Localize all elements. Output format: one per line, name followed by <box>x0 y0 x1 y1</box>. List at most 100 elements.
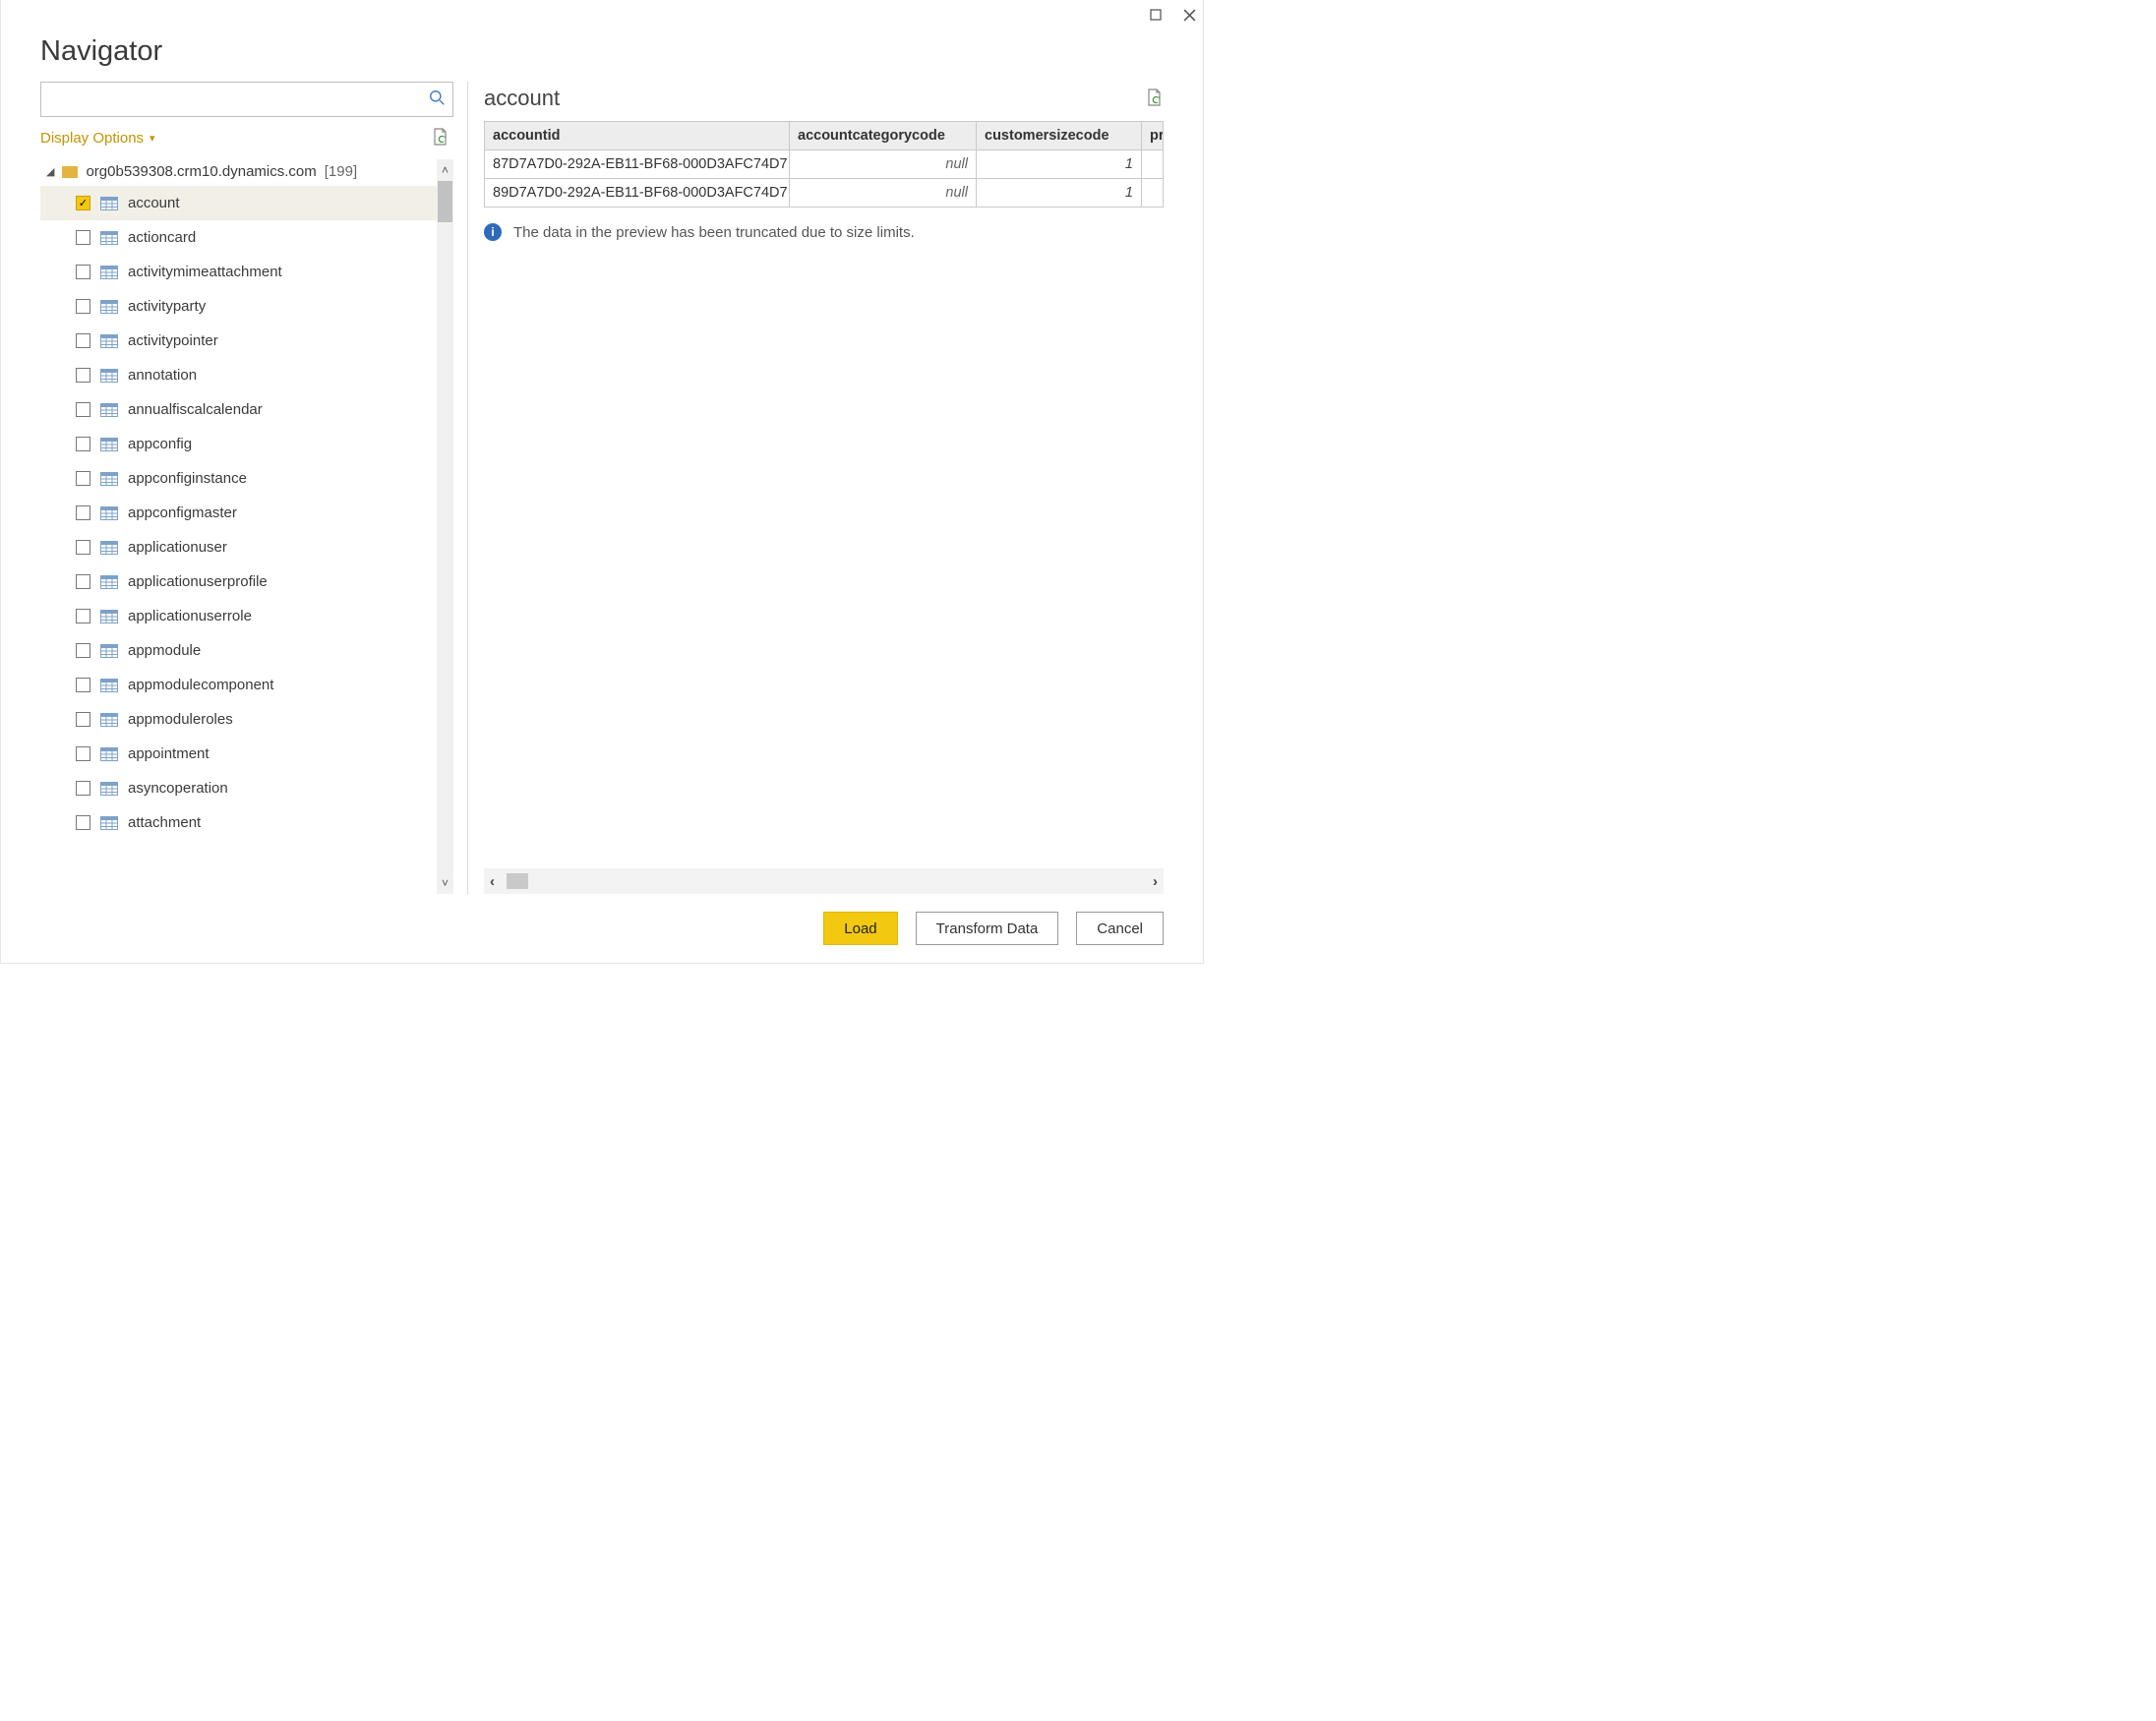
tree-item-label: activitymimeattachment <box>128 264 282 280</box>
tree-item-applicationuserprofile[interactable]: applicationuserprofile <box>40 564 437 599</box>
tree-scrollbar[interactable]: ˄ ˅ <box>437 159 453 894</box>
table-row[interactable]: 89D7A7D0-292A-EB11-BF68-000D3AFC74D7null… <box>485 179 1164 208</box>
checkbox[interactable] <box>76 333 90 348</box>
checkbox[interactable] <box>76 299 90 314</box>
tree-item-activitymimeattachment[interactable]: activitymimeattachment <box>40 255 437 289</box>
col-accountcategorycode[interactable]: accountcategorycode <box>790 122 977 150</box>
tree-item-appmodule[interactable]: appmodule <box>40 633 437 668</box>
refresh-doc-icon[interactable] <box>432 127 449 149</box>
close-icon[interactable] <box>1181 7 1197 23</box>
search-icon[interactable] <box>421 89 452 109</box>
tree-item-appmodulecomponent[interactable]: appmodulecomponent <box>40 668 437 702</box>
tree-item-appconfigmaster[interactable]: appconfigmaster <box>40 496 437 530</box>
body: Display Options ▾ ◢ <box>1 82 1203 894</box>
checkbox[interactable] <box>76 471 90 486</box>
cell-accountcategorycode: null <box>790 179 977 208</box>
preview-header: account <box>484 82 1164 121</box>
preview-title: account <box>484 86 560 111</box>
tree-item-annualfiscalcalendar[interactable]: annualfiscalcalendar <box>40 392 437 427</box>
folder-icon <box>62 166 78 178</box>
maximize-icon[interactable] <box>1148 7 1164 23</box>
table-icon <box>100 506 118 520</box>
display-options-button[interactable]: Display Options ▾ <box>40 130 155 147</box>
table-icon <box>100 369 118 383</box>
col-customersizecode[interactable]: customersizecode <box>977 122 1142 150</box>
preview-info: i The data in the preview has been trunc… <box>484 223 1164 241</box>
checkbox[interactable] <box>76 402 90 417</box>
scroll-thumb[interactable] <box>438 181 452 222</box>
checkbox[interactable] <box>76 643 90 658</box>
cell-customersizecode: 1 <box>977 150 1142 179</box>
table-icon <box>100 541 118 555</box>
tree-item-activityparty[interactable]: activityparty <box>40 289 437 324</box>
tree-item-label: annualfiscalcalendar <box>128 401 263 418</box>
tree-item-asyncoperation[interactable]: asyncoperation <box>40 771 437 805</box>
cancel-button[interactable]: Cancel <box>1076 912 1164 945</box>
tree-root[interactable]: ◢ org0b539308.crm10.dynamics.com [199] <box>40 159 437 184</box>
tree-item-label: appmodule <box>128 642 201 659</box>
hscroll-right-icon[interactable]: › <box>1153 873 1158 890</box>
checkbox[interactable] <box>76 505 90 520</box>
tree-item-label: appconfigmaster <box>128 504 237 521</box>
checkbox[interactable] <box>76 437 90 451</box>
tree-item-activitypointer[interactable]: activitypointer <box>40 324 437 358</box>
load-button[interactable]: Load <box>823 912 897 945</box>
checkbox[interactable] <box>76 678 90 692</box>
hscroll-thumb[interactable] <box>507 873 528 889</box>
tree-item-appmoduleroles[interactable]: appmoduleroles <box>40 702 437 737</box>
refresh-preview-icon[interactable] <box>1146 88 1164 110</box>
tree-item-annotation[interactable]: annotation <box>40 358 437 392</box>
tree-item-account[interactable]: ✓ account <box>40 186 437 220</box>
scroll-up-icon[interactable]: ˄ <box>442 159 449 181</box>
vertical-divider <box>467 82 468 894</box>
cell-accountcategorycode: null <box>790 150 977 179</box>
checkbox[interactable] <box>76 815 90 830</box>
tree-item-label: appmodulecomponent <box>128 677 273 693</box>
search-input[interactable] <box>41 91 421 107</box>
left-panel: Display Options ▾ ◢ <box>40 82 453 894</box>
table-header-row: accountid accountcategorycode customersi… <box>485 122 1164 150</box>
tree-item-appointment[interactable]: appointment <box>40 737 437 771</box>
checkbox[interactable]: ✓ <box>76 196 90 210</box>
scroll-track[interactable] <box>437 181 453 872</box>
tree-item-appconfig[interactable]: appconfig <box>40 427 437 461</box>
table-icon <box>100 300 118 314</box>
tree-item-applicationuserrole[interactable]: applicationuserrole <box>40 599 437 633</box>
checkbox[interactable] <box>76 781 90 796</box>
checkbox[interactable] <box>76 746 90 761</box>
display-options-label: Display Options <box>40 130 144 147</box>
table-row[interactable]: 87D7A7D0-292A-EB11-BF68-000D3AFC74D7null… <box>485 150 1164 179</box>
checkbox[interactable] <box>76 574 90 589</box>
preview-horizontal-scrollbar[interactable]: ‹ › <box>484 868 1164 894</box>
tree-item-label: activityparty <box>128 298 206 315</box>
info-message: The data in the preview has been truncat… <box>513 224 915 241</box>
checkbox[interactable] <box>76 540 90 555</box>
cell-accountid: 87D7A7D0-292A-EB11-BF68-000D3AFC74D7 <box>485 150 790 179</box>
transform-data-button[interactable]: Transform Data <box>916 912 1059 945</box>
table-icon <box>100 679 118 692</box>
display-options-row: Display Options ▾ <box>40 117 453 159</box>
info-icon: i <box>484 223 502 241</box>
checkbox[interactable] <box>76 712 90 727</box>
col-accountid[interactable]: accountid <box>485 122 790 150</box>
scroll-down-icon[interactable]: ˅ <box>442 872 449 894</box>
table-icon <box>100 610 118 623</box>
tree-item-appconfiginstance[interactable]: appconfiginstance <box>40 461 437 496</box>
page-title: Navigator <box>40 35 1164 68</box>
preview-panel: account accountid ac <box>484 82 1203 894</box>
table-icon <box>100 231 118 245</box>
entity-tree: ◢ org0b539308.crm10.dynamics.com [199] ✓… <box>40 159 437 894</box>
col-truncated[interactable]: pr <box>1142 122 1164 150</box>
tree-item-label: applicationuserprofile <box>128 573 268 590</box>
tree-item-label: attachment <box>128 814 201 831</box>
checkbox[interactable] <box>76 609 90 623</box>
tree-item-applicationuser[interactable]: applicationuser <box>40 530 437 564</box>
checkbox[interactable] <box>76 265 90 279</box>
tree-item-attachment[interactable]: attachment <box>40 805 437 840</box>
tree-item-actioncard[interactable]: actioncard <box>40 220 437 255</box>
collapse-icon: ◢ <box>46 165 54 178</box>
checkbox[interactable] <box>76 368 90 383</box>
tree-item-label: applicationuserrole <box>128 608 252 624</box>
table-icon <box>100 472 118 486</box>
checkbox[interactable] <box>76 230 90 245</box>
